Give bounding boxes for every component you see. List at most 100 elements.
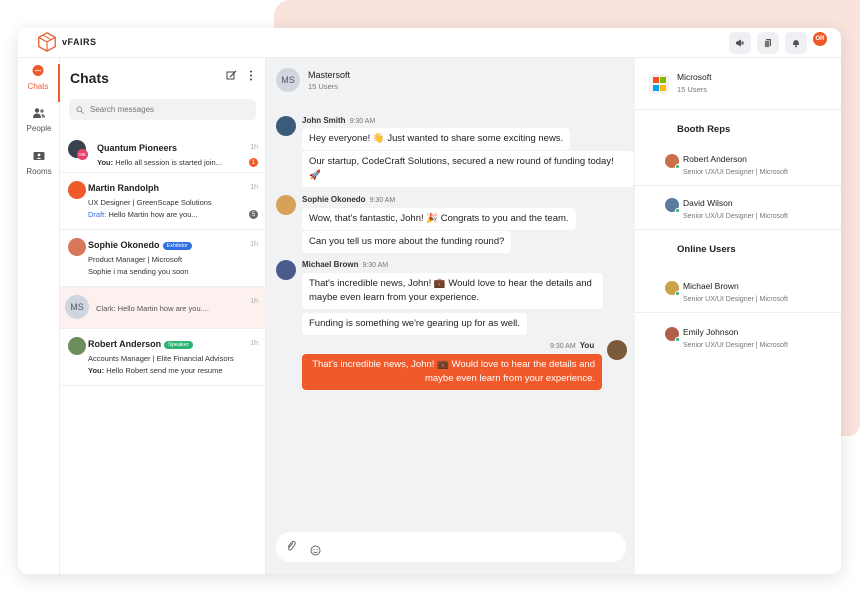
notifications-button[interactable] bbox=[785, 32, 807, 54]
message-header: Sophie Okonedo 9:30 AM bbox=[302, 195, 395, 204]
bell-icon bbox=[793, 40, 799, 48]
nav-rooms-label: Rooms bbox=[26, 167, 52, 176]
message-bubble: Our startup, CodeCraft Solutions, secure… bbox=[302, 151, 634, 187]
person-role: Senior UX/UI Designer | Microsoft bbox=[683, 169, 788, 176]
chat-item-martin-randolph[interactable]: Martin Randolph UX Designer | GreenScape… bbox=[60, 173, 266, 230]
contact-avatar bbox=[68, 238, 86, 256]
chat-icon bbox=[32, 65, 44, 76]
chat-name: Robert Anderson Speaker bbox=[88, 339, 193, 349]
documents-button[interactable] bbox=[757, 32, 779, 54]
rooms-icon bbox=[33, 152, 45, 160]
more-options-icon[interactable] bbox=[249, 70, 253, 81]
booth-info-panel: Microsoft 15 Users Booth Reps Robert And… bbox=[635, 58, 841, 574]
online-indicator bbox=[675, 164, 680, 169]
brand-name: vFAIRS bbox=[62, 37, 97, 47]
chat-subtitle: UX Designer | GreenScape Solutions bbox=[88, 198, 212, 207]
chat-item-robert-anderson[interactable]: Robert Anderson Speaker Accounts Manager … bbox=[60, 329, 266, 386]
message-bubble: That's incredible news, John! 💼 Would lo… bbox=[302, 273, 603, 309]
chat-name: Martin Randolph bbox=[88, 183, 159, 193]
emoji-icon[interactable] bbox=[310, 545, 321, 556]
preview-text: Hello all session is started join... bbox=[115, 158, 222, 167]
booth-title: Microsoft bbox=[677, 72, 712, 82]
person-name: Michael Brown bbox=[683, 281, 739, 291]
person-name: Emily Johnson bbox=[683, 327, 739, 337]
chat-item-quantum-pioneers[interactable]: ME Quantum Pioneers You: Hello all sessi… bbox=[60, 132, 266, 173]
preview-text: Hello Robert send me your resume bbox=[106, 366, 223, 375]
online-user-item[interactable]: Emily Johnson Senior UX/UI Designer | Mi… bbox=[635, 317, 841, 359]
search-input[interactable] bbox=[90, 105, 240, 114]
conversation-avatar: MS bbox=[276, 68, 300, 92]
member-avatar: ME bbox=[77, 149, 88, 160]
app-window: vFAIRS OR Chats People Rooms Chats Searc… bbox=[18, 28, 841, 574]
nav-chats-label: Chats bbox=[27, 82, 49, 91]
message-bubble: Can you tell us more about the funding r… bbox=[302, 231, 512, 253]
exhibitor-tag: Exhibitor bbox=[162, 241, 192, 250]
search-icon bbox=[76, 105, 84, 114]
top-bar: vFAIRS OR bbox=[18, 28, 841, 58]
chat-item-mastersoft[interactable]: MS Clark: Hello Martin how are you.... 1… bbox=[60, 287, 266, 329]
online-user-item[interactable]: Michael Brown Senior UX/UI Designer | Mi… bbox=[635, 271, 841, 313]
message-composer[interactable] bbox=[276, 532, 626, 562]
message-header: John Smith 9:30 AM bbox=[302, 116, 375, 125]
megaphone-button[interactable] bbox=[729, 32, 751, 54]
chat-name: Sophie Okonedo Exhibitor bbox=[88, 240, 192, 250]
message-time: 9:30 AM bbox=[550, 343, 576, 350]
message-bubble: Wow, that's fantastic, John! 🎉 Congrats … bbox=[302, 208, 576, 230]
sender-name: John Smith bbox=[302, 116, 346, 125]
people-icon bbox=[33, 108, 45, 118]
chat-name-text: Robert Anderson bbox=[88, 339, 162, 349]
chat-subtitle: Accounts Manager | Elite Financial Advis… bbox=[88, 354, 234, 363]
vfairs-logo-icon bbox=[38, 32, 56, 52]
chat-time: 1h bbox=[250, 340, 258, 347]
booth-rep-item[interactable]: Robert Anderson Senior UX/UI Designer | … bbox=[635, 144, 841, 186]
message-header: Michael Brown 9:30 AM bbox=[302, 260, 388, 269]
preview-prefix: You: bbox=[97, 158, 114, 167]
chat-item-sophie-okonedo[interactable]: Sophie Okonedo Exhibitor Product Manager … bbox=[60, 230, 266, 287]
preview-prefix: Draft: bbox=[88, 210, 107, 219]
person-name: David Wilson bbox=[683, 198, 733, 208]
search-bar[interactable] bbox=[69, 99, 256, 120]
chat-preview: You: Hello Robert send me your resume bbox=[88, 366, 238, 375]
compose-icon[interactable] bbox=[226, 70, 237, 81]
message-time: 9:30 AM bbox=[349, 118, 376, 125]
message-header: 9:30 AM You bbox=[550, 341, 594, 350]
sender-avatar bbox=[276, 116, 296, 136]
sender-name: Michael Brown bbox=[302, 260, 359, 269]
message-bubble: Funding is something we're gearing up fo… bbox=[302, 313, 527, 335]
sender-name: You bbox=[579, 341, 595, 350]
brand-logo[interactable]: vFAIRS bbox=[36, 31, 97, 53]
booth-reps-title: Booth Reps bbox=[677, 124, 731, 135]
chat-time: 1h bbox=[250, 241, 258, 248]
chat-list-title: Chats bbox=[70, 70, 109, 86]
nav-rooms[interactable]: Rooms bbox=[18, 149, 60, 176]
group-avatar: MS bbox=[65, 295, 89, 319]
nav-chats[interactable]: Chats bbox=[18, 64, 60, 102]
online-users-title: Online Users bbox=[677, 244, 736, 255]
sender-name: Sophie Okonedo bbox=[302, 195, 366, 204]
nav-people[interactable]: People bbox=[18, 106, 60, 133]
person-role: Senior UX/UI Designer | Microsoft bbox=[683, 213, 788, 220]
sender-avatar bbox=[276, 260, 296, 280]
conversation-title: Mastersoft bbox=[308, 70, 351, 80]
chat-preview: Sophie i ma sending you soon bbox=[88, 267, 189, 276]
own-avatar bbox=[607, 340, 627, 360]
preview-text: Hello Martin how are you... bbox=[108, 210, 198, 219]
chat-name: Quantum Pioneers bbox=[97, 143, 178, 153]
unread-badge: 1 bbox=[249, 158, 258, 167]
conversation-subtitle: 15 Users bbox=[308, 82, 339, 91]
sender-avatar bbox=[276, 195, 296, 215]
chat-time: 1h bbox=[250, 184, 258, 191]
paperclip-icon[interactable] bbox=[286, 540, 296, 552]
online-indicator bbox=[675, 337, 680, 342]
user-avatar[interactable]: OR bbox=[813, 32, 827, 46]
preview-prefix: You: bbox=[88, 366, 105, 375]
booth-header: Microsoft 15 Users bbox=[635, 58, 841, 110]
person-name: Robert Anderson bbox=[683, 154, 747, 164]
conversation-header: MS Mastersoft 15 Users bbox=[266, 58, 635, 102]
left-navigation: Chats People Rooms bbox=[18, 58, 60, 574]
booth-subtitle: 15 Users bbox=[677, 85, 708, 94]
online-indicator bbox=[675, 208, 680, 213]
online-indicator bbox=[675, 291, 680, 296]
booth-rep-item[interactable]: David Wilson Senior UX/UI Designer | Mic… bbox=[635, 188, 841, 230]
contact-avatar bbox=[68, 181, 86, 199]
